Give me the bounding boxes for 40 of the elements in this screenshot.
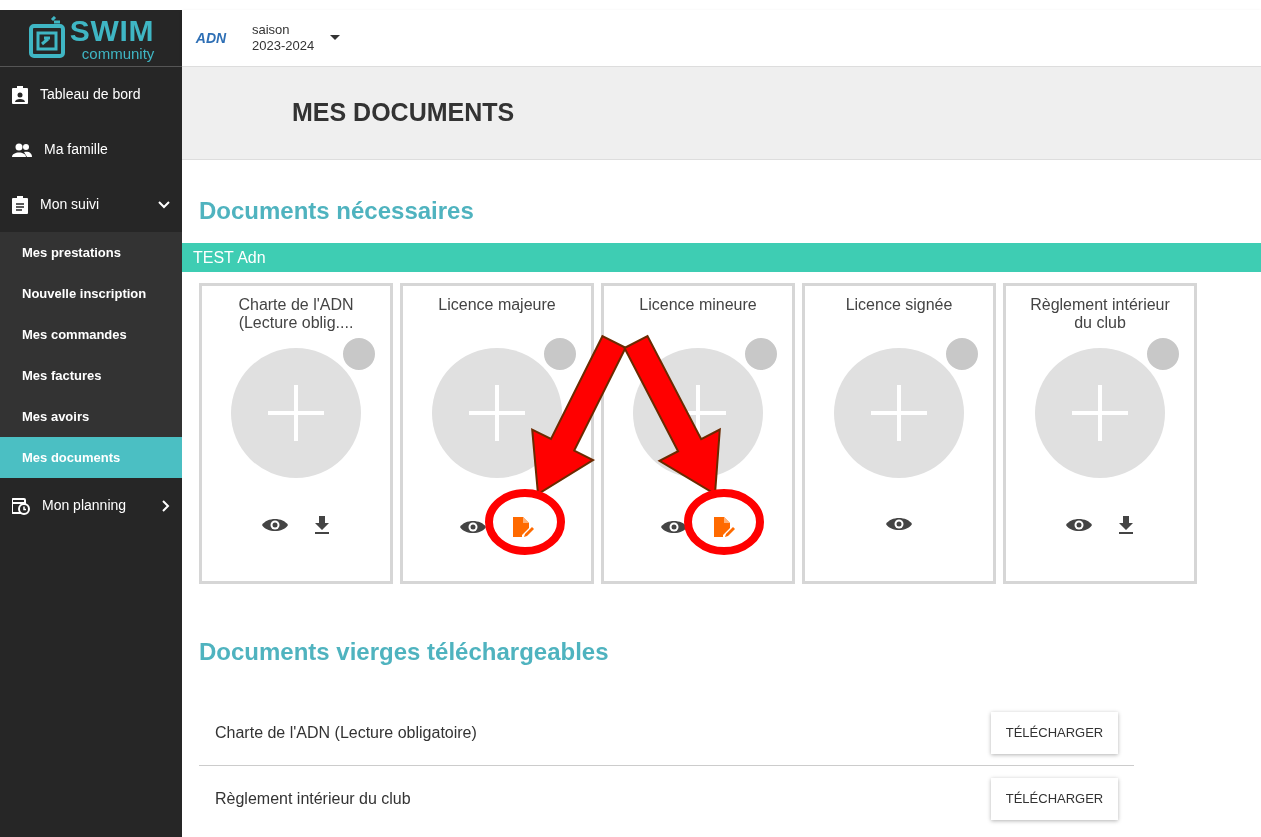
calendar-clock-icon bbox=[12, 496, 30, 515]
eye-icon[interactable] bbox=[886, 516, 912, 532]
eye-icon[interactable] bbox=[262, 517, 288, 533]
section-title: Documents vierges téléchargeables bbox=[199, 637, 610, 667]
eye-icon[interactable] bbox=[661, 519, 687, 535]
card-title: Règlement intérieur du club bbox=[1029, 296, 1171, 332]
section-title: Documents nécessaires bbox=[199, 196, 475, 226]
card-title: Licence mineure bbox=[639, 296, 757, 314]
sidebar-item[interactable]: Mon suivi bbox=[0, 177, 182, 232]
download-icon[interactable] bbox=[314, 516, 330, 534]
group-bar: TEST Adn bbox=[182, 243, 1261, 272]
download-icon[interactable] bbox=[1118, 516, 1134, 534]
sidebar-item[interactable]: Ma famille bbox=[0, 122, 182, 177]
logo-icon bbox=[27, 16, 66, 60]
download-button[interactable]: TÉLÉCHARGER bbox=[991, 711, 1118, 754]
sidebar-subitem[interactable]: Mes avoirs bbox=[0, 396, 182, 437]
document-name: Règlement intérieur du club bbox=[215, 789, 411, 809]
sidebar-subitem[interactable]: Nouvelle inscription bbox=[0, 273, 182, 314]
download-button[interactable]: TÉLÉCHARGER bbox=[991, 778, 1118, 820]
eye-icon[interactable] bbox=[1066, 517, 1092, 533]
season-selector[interactable]: saison 2023-2024 bbox=[252, 21, 341, 55]
sidebar-subitem[interactable]: Mes factures bbox=[0, 355, 182, 396]
card-title: Charte de l'ADN (Lecture oblig.... bbox=[237, 296, 355, 332]
card-title: Licence signée bbox=[845, 296, 953, 314]
sidebar-subitem[interactable]: Mes prestations bbox=[0, 232, 182, 273]
document-edit-icon[interactable] bbox=[713, 516, 735, 538]
card-title: Licence majeure bbox=[438, 296, 556, 314]
document-edit-icon[interactable] bbox=[512, 516, 534, 538]
brand-name: SWIM bbox=[69, 15, 155, 46]
people-icon bbox=[12, 142, 32, 157]
document-name: Charte de l'ADN (Lecture obligatoire) bbox=[215, 722, 477, 743]
sidebar-item[interactable]: Mon planning bbox=[0, 478, 182, 533]
sidebar-item[interactable]: Tableau de bord bbox=[0, 67, 182, 122]
caret-icon bbox=[330, 35, 341, 41]
eye-icon[interactable] bbox=[460, 519, 486, 535]
badge-icon bbox=[12, 85, 28, 104]
page-title: MES DOCUMENTS bbox=[292, 97, 515, 129]
sidebar-subitem[interactable]: Mes commandes bbox=[0, 314, 182, 355]
brand-tagline: community bbox=[81, 45, 155, 61]
clipboard-icon bbox=[12, 195, 28, 214]
